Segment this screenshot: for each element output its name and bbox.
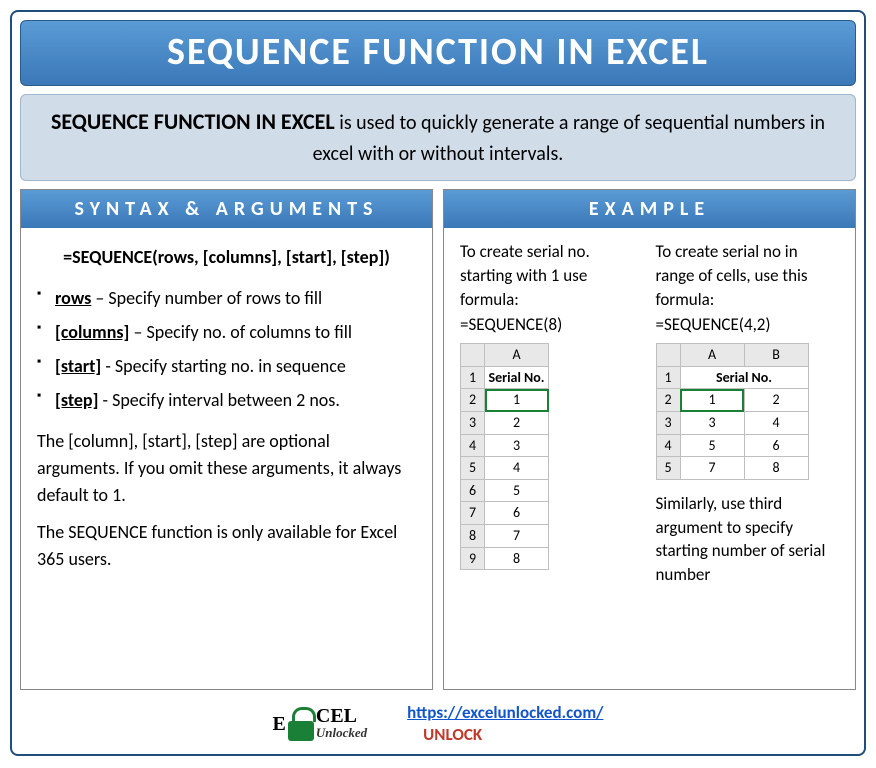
table-cell: 4 [744, 412, 808, 435]
table-cell: 7 [485, 525, 549, 548]
page-title: SEQUENCE FUNCTION IN EXCEL [167, 29, 709, 75]
footer: E CEL Unlocked https://excelunlocked.com… [20, 698, 856, 746]
syntax-note-optional: The [column], [start], [step] are option… [37, 428, 416, 509]
table-cell: 2 [485, 412, 549, 435]
example-header: EXAMPLE [444, 190, 855, 228]
syntax-formula: =SEQUENCE(rows, [columns], [start], [ste… [37, 244, 416, 271]
sheet-header: Serial No. [680, 366, 808, 389]
arg-columns: [columns] – Specify no. of columns to fi… [37, 319, 416, 346]
syntax-note-365: The SEQUENCE function is only available … [37, 519, 416, 573]
footer-links: https://excelunlocked.com/ UNLOCK [407, 702, 603, 746]
intro-bar: SEQUENCE FUNCTION IN EXCEL is used to qu… [20, 94, 856, 181]
example-2-formula: =SEQUENCE(4,2) [656, 313, 840, 337]
argument-list: rows – Specify number of rows to fill [c… [37, 285, 416, 414]
columns: SYNTAX & ARGUMENTS =SEQUENCE(rows, [colu… [20, 189, 856, 690]
example-2: To create serial no in range of cells, u… [656, 240, 840, 587]
colhdr-B: B [744, 344, 808, 367]
table-cell: 7 [680, 457, 744, 480]
example-2-sheet: AB 1Serial No. 212 334 456 578 [656, 343, 809, 480]
title-banner: SEQUENCE FUNCTION IN EXCEL [20, 20, 856, 86]
table-cell: 2 [744, 389, 808, 412]
lock-icon [286, 707, 316, 741]
example-panel: EXAMPLE To create serial no. starting wi… [443, 189, 856, 690]
table-cell: 8 [485, 547, 549, 570]
syntax-header: SYNTAX & ARGUMENTS [21, 190, 432, 228]
table-cell: 3 [485, 434, 549, 457]
table-cell: 8 [744, 457, 808, 480]
arg-step: [step] - Specify interval between 2 nos. [37, 387, 416, 414]
example-1-formula: =SEQUENCE(8) [460, 313, 644, 337]
example-1-intro: To create serial no. starting with 1 use… [460, 240, 644, 311]
logo-text-cel: CEL [316, 707, 367, 725]
footer-url[interactable]: https://excelunlocked.com/ [407, 702, 603, 723]
table-cell: 5 [680, 434, 744, 457]
example-2-note: Similarly, use third argument to specify… [656, 492, 840, 587]
colhdr-A: A [680, 344, 744, 367]
footer-unlock: UNLOCK [407, 724, 482, 745]
arg-rows: rows – Specify number of rows to fill [37, 285, 416, 312]
infographic-container: SEQUENCE FUNCTION IN EXCEL SEQUENCE FUNC… [10, 10, 866, 756]
table-cell: 5 [485, 479, 549, 502]
example-1-sheet: A 1Serial No. 21 32 43 54 65 76 87 98 [460, 343, 549, 570]
example-body: To create serial no. starting with 1 use… [444, 228, 855, 689]
intro-lead: SEQUENCE FUNCTION IN EXCEL [51, 108, 335, 135]
arg-start: [start] - Specify starting no. in sequen… [37, 353, 416, 380]
table-cell: 4 [485, 457, 549, 480]
syntax-panel: SYNTAX & ARGUMENTS =SEQUENCE(rows, [colu… [20, 189, 433, 690]
table-cell: 6 [744, 434, 808, 457]
logo-subtext: Unlocked [316, 725, 367, 741]
logo: E CEL Unlocked [273, 707, 368, 741]
syntax-body: =SEQUENCE(rows, [columns], [start], [ste… [21, 228, 432, 689]
sheet-header: Serial No. [485, 366, 549, 389]
table-cell: 1 [485, 389, 549, 412]
colhdr-A: A [485, 344, 549, 367]
logo-text-e: E [273, 715, 286, 733]
example-1: To create serial no. starting with 1 use… [460, 240, 644, 587]
intro-rest: is used to quickly generate a range of s… [313, 111, 825, 166]
table-cell: 1 [680, 389, 744, 412]
example-2-intro: To create serial no in range of cells, u… [656, 240, 840, 311]
table-cell: 3 [680, 412, 744, 435]
table-cell: 6 [485, 502, 549, 525]
